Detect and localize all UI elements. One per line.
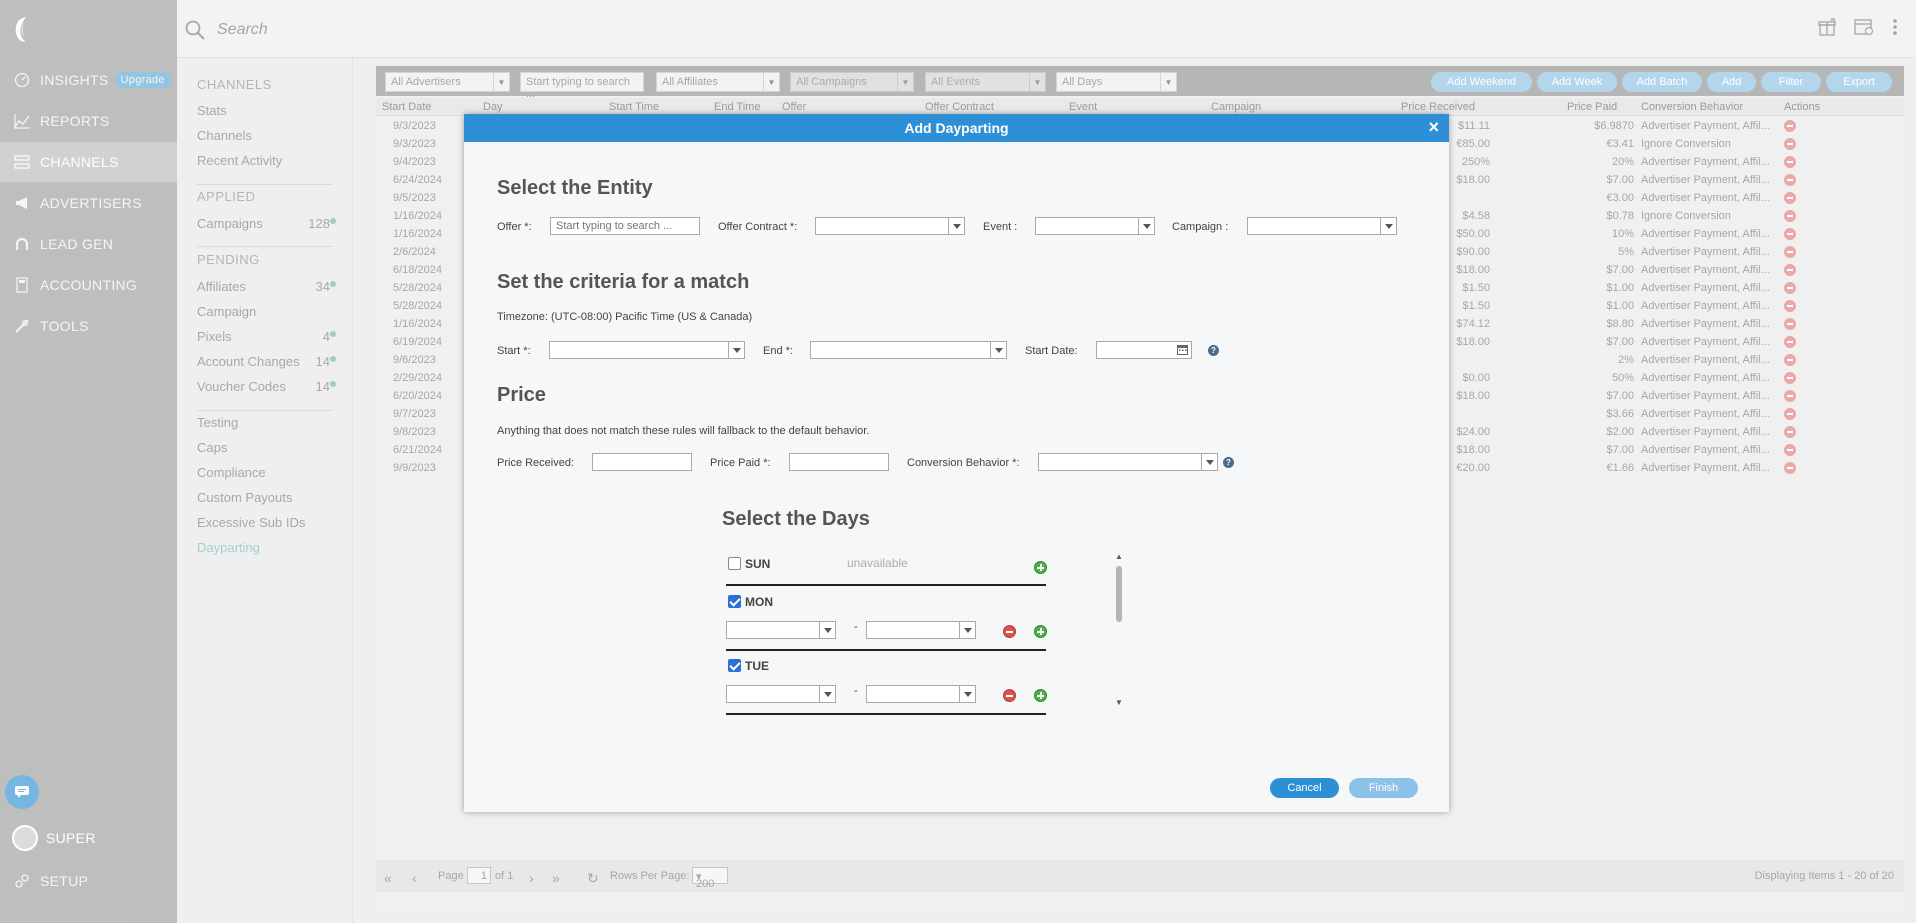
chevron-down-icon — [1201, 454, 1217, 470]
offer-input[interactable] — [550, 217, 700, 235]
day-divider — [726, 584, 1046, 586]
remove-time-icon[interactable] — [1003, 689, 1016, 702]
days-heading: Select the Days — [722, 508, 870, 530]
remove-time-icon[interactable] — [1003, 625, 1016, 638]
campaign-label: Campaign : — [1172, 221, 1229, 233]
chevron-down-icon — [990, 342, 1006, 358]
conversion-behavior-label: Conversion Behavior *: — [907, 457, 1020, 469]
chevron-down-icon — [819, 686, 835, 702]
tue-start-select[interactable] — [726, 685, 836, 703]
day-divider — [726, 649, 1046, 651]
chevron-down-icon — [959, 686, 975, 702]
dialog-title-bar: Add Dayparting × — [464, 114, 1449, 142]
campaign-select[interactable] — [1247, 217, 1397, 235]
price-paid-input[interactable] — [789, 453, 889, 471]
offer-contract-label: Offer Contract *: — [718, 221, 798, 233]
price-note: Anything that does not match these rules… — [497, 425, 870, 437]
mon-start-select[interactable] — [726, 621, 836, 639]
finish-button[interactable]: Finish — [1349, 778, 1418, 798]
price-paid-label: Price Paid *: — [710, 457, 771, 469]
range-dash: - — [854, 685, 858, 697]
tue-label: TUE — [745, 659, 769, 673]
chevron-down-icon — [1138, 218, 1154, 234]
event-select[interactable] — [1035, 217, 1155, 235]
add-dayparting-dialog: Add Dayparting × Select the Entity Offer… — [464, 114, 1449, 812]
chevron-down-icon — [959, 622, 975, 638]
timezone-label: Timezone: (UTC-08:00) Pacific Time (US &… — [497, 311, 753, 323]
price-received-label: Price Received: — [497, 457, 575, 469]
event-label: Event : — [983, 221, 1018, 233]
range-dash: - — [854, 621, 858, 633]
mon-end-select[interactable] — [866, 621, 976, 639]
entity-heading: Select the Entity — [497, 177, 653, 199]
app-root: INSIGHTS Upgrade REPORTS CHANNELS ADVERT… — [0, 0, 1916, 923]
scroll-thumb[interactable] — [1116, 566, 1122, 622]
end-label: End *: — [763, 345, 793, 357]
mon-checkbox[interactable] — [728, 595, 741, 608]
dialog-title: Add Dayparting — [904, 120, 1009, 136]
chevron-down-icon — [1380, 218, 1396, 234]
criteria-heading: Set the criteria for a match — [497, 271, 750, 293]
tue-checkbox[interactable] — [728, 659, 741, 672]
chevron-down-icon — [948, 218, 964, 234]
close-icon[interactable]: × — [1428, 117, 1439, 138]
price-heading: Price — [497, 384, 546, 406]
sun-status: unavailable — [847, 556, 908, 570]
price-received-input[interactable] — [592, 453, 692, 471]
end-time-select[interactable] — [810, 341, 1007, 359]
help-icon[interactable]: ? — [1223, 457, 1234, 468]
sun-label: SUN — [745, 557, 771, 571]
day-divider — [726, 713, 1046, 715]
offer-label: Offer *: — [497, 221, 532, 233]
sun-checkbox[interactable] — [728, 557, 741, 570]
mon-label: MON — [745, 595, 773, 609]
add-time-icon[interactable] — [1034, 625, 1047, 638]
start-time-select[interactable] — [549, 341, 745, 359]
add-time-icon[interactable] — [1034, 689, 1047, 702]
start-date-input[interactable] — [1096, 341, 1192, 359]
chevron-down-icon — [728, 342, 744, 358]
scroll-down-icon[interactable]: ▼ — [1115, 698, 1123, 707]
scroll-up-icon[interactable]: ▲ — [1115, 552, 1123, 561]
tue-end-select[interactable] — [866, 685, 976, 703]
calendar-icon[interactable] — [1177, 344, 1188, 358]
add-time-icon[interactable] — [1034, 561, 1047, 574]
start-date-label: Start Date: — [1025, 345, 1078, 357]
cancel-button[interactable]: Cancel — [1270, 778, 1339, 798]
conversion-behavior-select[interactable] — [1038, 453, 1218, 471]
chevron-down-icon — [819, 622, 835, 638]
days-scrollbar[interactable]: ▲ ▼ — [1115, 552, 1123, 710]
start-label: Start *: — [497, 345, 531, 357]
offer-contract-select[interactable] — [815, 217, 965, 235]
help-icon[interactable]: ? — [1208, 345, 1219, 356]
